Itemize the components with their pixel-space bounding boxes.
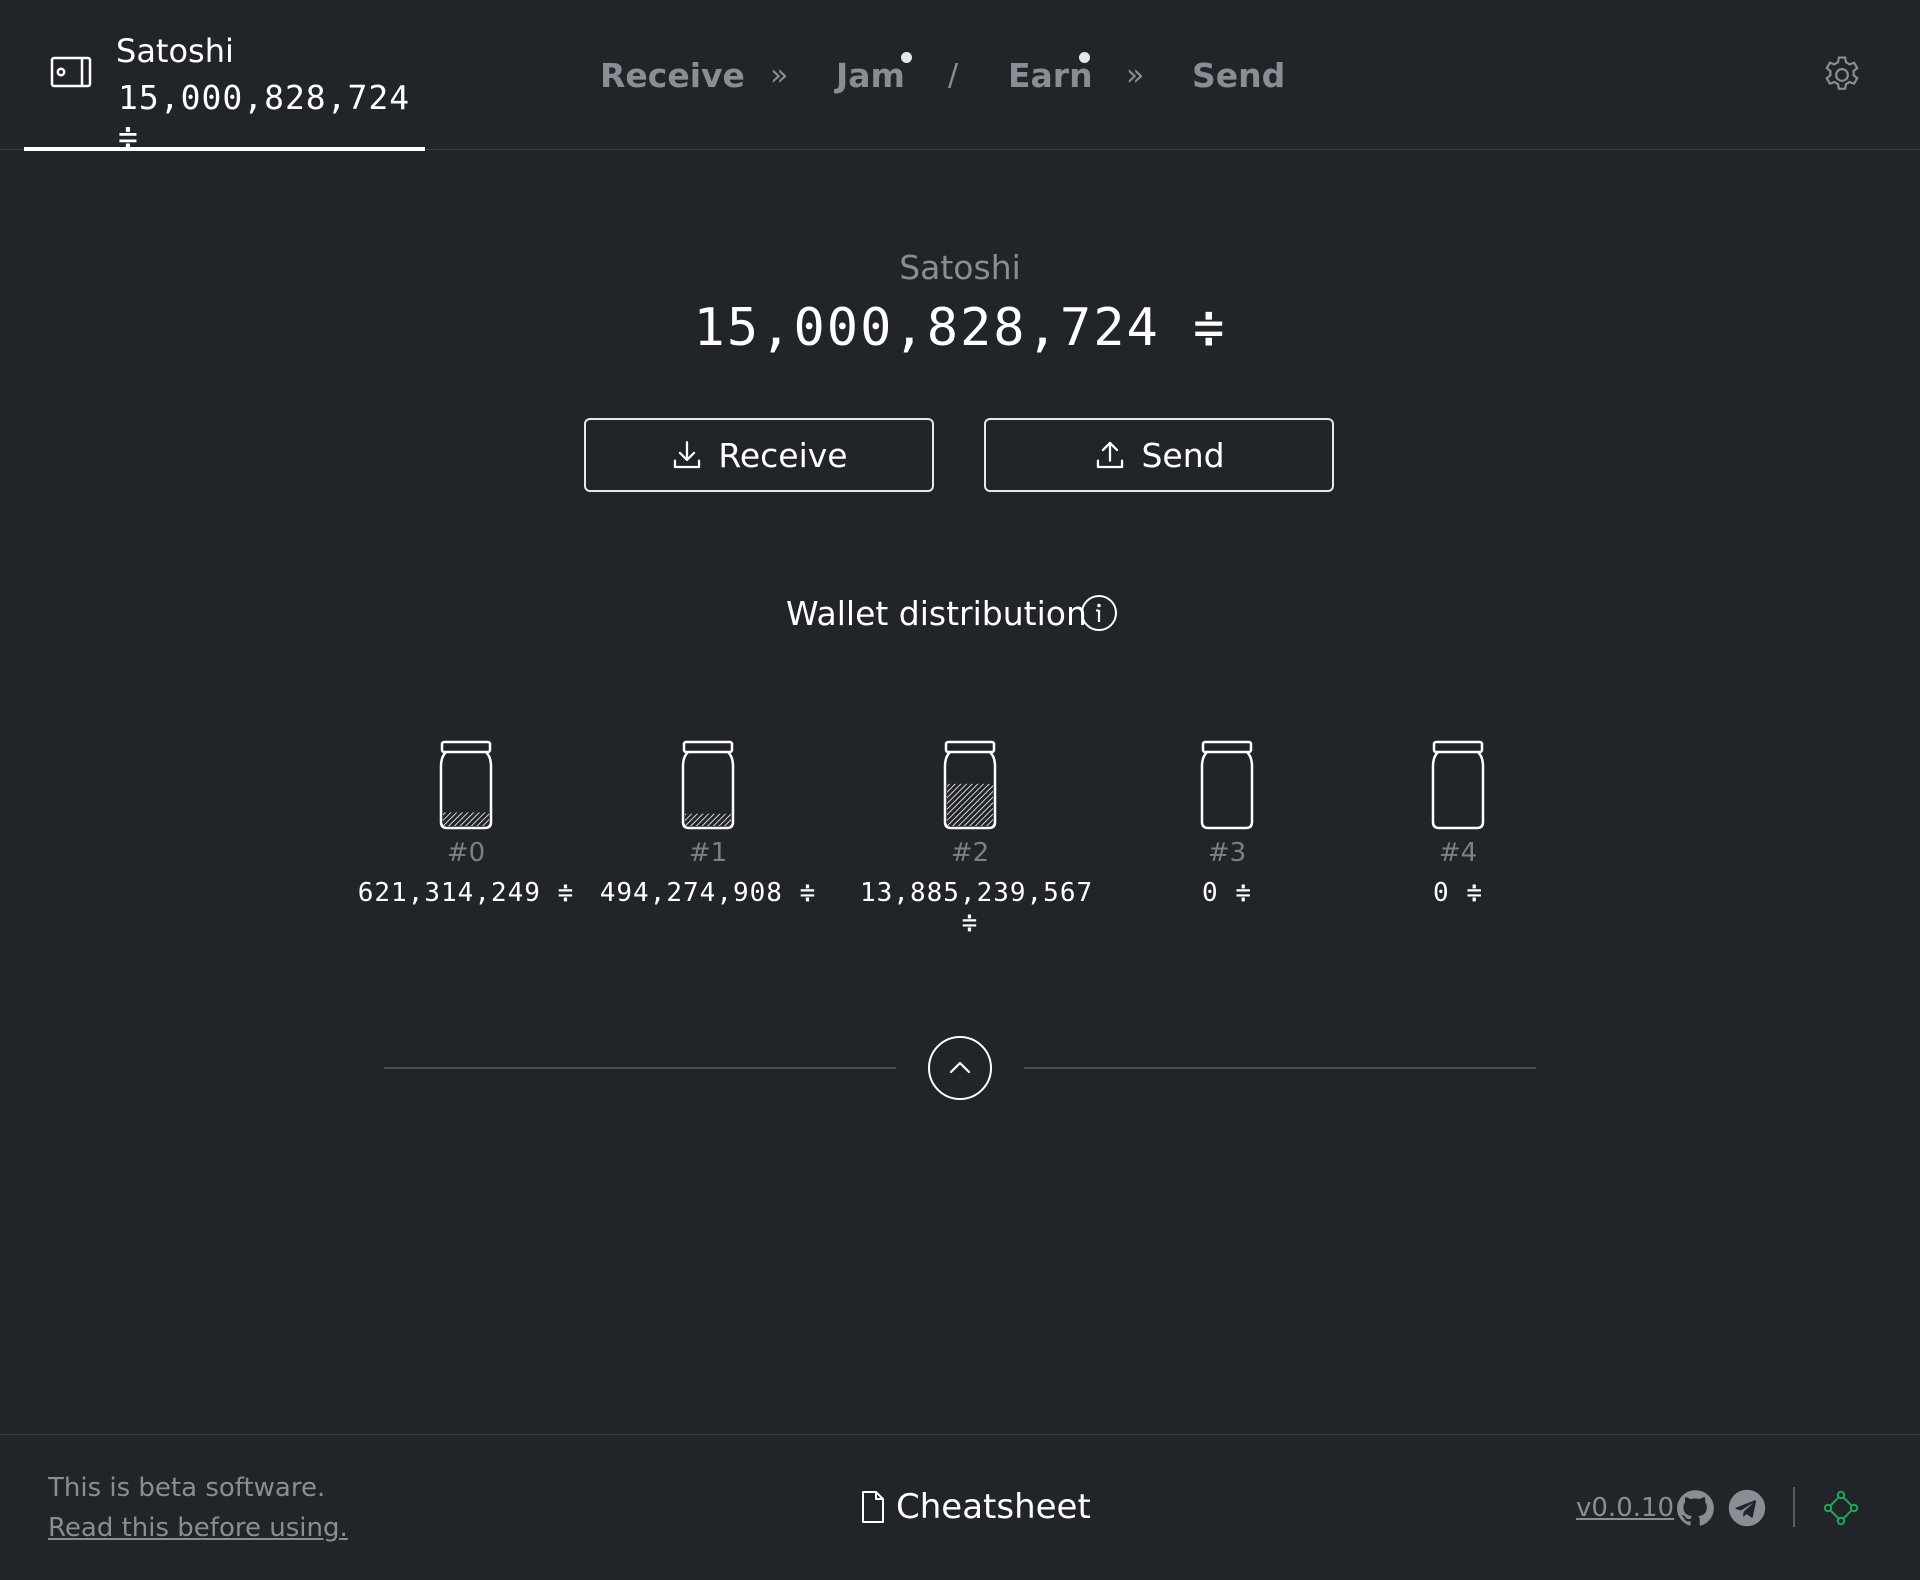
jar-label: #2 (950, 838, 990, 868)
receive-button[interactable]: Receive (584, 418, 934, 492)
jar-balance: 494,274,908 ≑ (599, 878, 817, 908)
telegram-icon[interactable] (1728, 1489, 1766, 1527)
jar-label: #1 (688, 838, 728, 868)
active-tab-indicator (24, 147, 425, 151)
jar-label: #4 (1438, 838, 1478, 868)
jar-balance: 13,885,239,567 ≑ (860, 878, 1094, 938)
top-navbar: Satoshi 15,000,828,724 ≑ Receive » Jam /… (0, 0, 1920, 156)
beta-notice: This is beta software. (48, 1473, 326, 1503)
cheatsheet-label: Cheatsheet (896, 1487, 1091, 1527)
version-link[interactable]: v0.0.10 (1576, 1493, 1674, 1523)
jar-0[interactable]: #0 621,314,249 ≑ (356, 740, 576, 908)
send-button[interactable]: Send (984, 418, 1334, 492)
network-status-icon[interactable] (1822, 1489, 1860, 1527)
footer-separator (1793, 1487, 1795, 1527)
main-nav: Receive » Jam / Earn » Send (0, 52, 1920, 102)
jam-status-dot (901, 52, 912, 63)
section-divider-right (1024, 1067, 1536, 1069)
chevron-up-icon (949, 1061, 971, 1074)
section-divider-left (384, 1067, 896, 1069)
upload-icon (1097, 441, 1124, 469)
receive-button-label: Receive (718, 435, 848, 475)
jar-1[interactable]: #1 494,274,908 ≑ (598, 740, 818, 908)
document-icon (862, 1491, 884, 1523)
nav-separator: » (1126, 58, 1145, 93)
cheatsheet-link[interactable]: Cheatsheet (860, 1487, 1091, 1527)
nav-jam[interactable]: Jam (836, 56, 905, 95)
jar-4[interactable]: #4 0 ≑ (1348, 740, 1568, 908)
nav-earn[interactable]: Earn (1008, 56, 1093, 95)
jar-icon (439, 740, 493, 830)
info-icon[interactable] (1080, 594, 1118, 632)
nav-separator: / (948, 58, 959, 93)
jar-icon (1431, 740, 1485, 830)
jar-2[interactable]: #2 13,885,239,567 ≑ (860, 740, 1094, 938)
jar-balance: 621,314,249 ≑ (357, 878, 575, 908)
collapse-distribution-button[interactable] (928, 1036, 992, 1100)
nav-receive[interactable]: Receive (600, 56, 745, 95)
jar-balance: 0 ≑ (1433, 878, 1483, 908)
send-button-label: Send (1141, 435, 1225, 475)
jar-label: #0 (446, 838, 486, 868)
wallet-distribution-title: Wallet distribution (786, 594, 1087, 633)
footer: This is beta software. Read this before … (0, 1434, 1920, 1580)
settings-gear-icon[interactable] (1820, 53, 1864, 97)
jar-icon (681, 740, 735, 830)
github-icon[interactable] (1676, 1489, 1714, 1527)
jar-icon (943, 740, 997, 830)
download-icon (674, 441, 701, 469)
jar-balance: 0 ≑ (1202, 878, 1252, 908)
nav-send[interactable]: Send (1192, 56, 1285, 95)
main-wallet-balance[interactable]: 15,000,828,724 ≑ (0, 298, 1920, 358)
jar-label: #3 (1207, 838, 1247, 868)
main-wallet-name: Satoshi (899, 248, 1021, 287)
nav-separator: » (770, 58, 789, 93)
earn-status-dot (1079, 52, 1090, 63)
jar-icon (1200, 740, 1254, 830)
beta-warning-link[interactable]: Read this before using. (48, 1513, 348, 1543)
jar-3[interactable]: #3 0 ≑ (1117, 740, 1337, 908)
